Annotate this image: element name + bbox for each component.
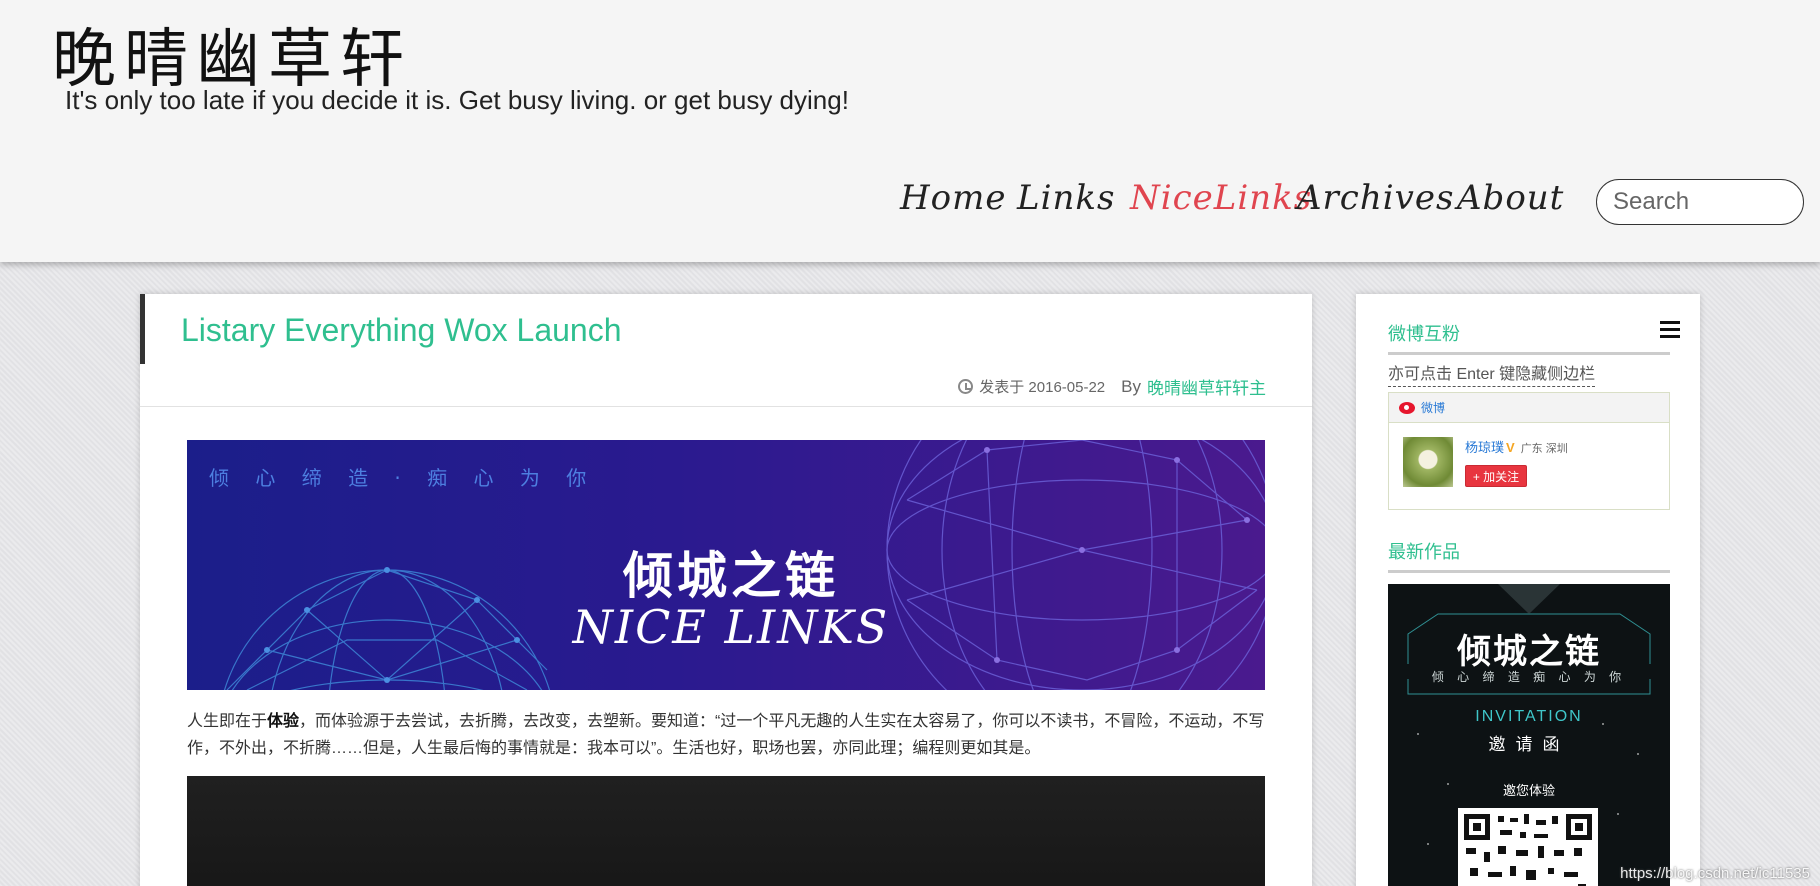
nav-archives[interactable]: Archives [1297, 178, 1454, 218]
paragraph-text-rest: ，而体验源于去尝试，去折腾，去改变，去塑新。要知道：“过一个平凡无趣的人生实在太… [187, 713, 1265, 757]
widget-underline [1388, 570, 1670, 573]
post-meta: 发表于 2016-05-22 By 晚晴幽草轩轩主 [958, 374, 1266, 399]
invite-experience: 邀您体验 [1502, 783, 1555, 798]
weibo-location: 广东 深圳 [1520, 443, 1568, 455]
widget-title-weibo: 微博互粉 [1388, 324, 1460, 344]
banner-slogan: 倾 心 缔 造 · 痴 心 为 你 [209, 466, 597, 490]
banner-title-cn: 倾城之链 [623, 546, 839, 605]
nav-about[interactable]: About [1457, 178, 1564, 218]
invite-slogan: 倾 心 缔 造 痴 心 为 你 [1431, 670, 1627, 684]
weibo-widget: 微博 杨琼璞 V 广东 深圳 + 加关注 [1388, 392, 1670, 510]
nav-links[interactable]: Links [1017, 178, 1115, 218]
hero-banner-image: 倾 心 缔 造 · 痴 心 为 你 倾城之链 NICE LINKS [187, 440, 1265, 690]
invite-en: INVITATION [1475, 708, 1583, 725]
title-accent-bar [140, 294, 145, 364]
site-tagline: It's only too late if you decide it is. … [65, 85, 849, 115]
invitation-card-image[interactable]: 倾城之链 倾 心 缔 造 痴 心 为 你 INVITATION 邀请函 邀您体验 [1388, 584, 1670, 886]
post-date: 发表于 2016-05-22 [979, 379, 1106, 396]
paragraph-text-start: 人生即在于 [187, 713, 268, 730]
divider [140, 406, 1312, 407]
post-author-link[interactable]: 晚晴幽草轩轩主 [1147, 374, 1266, 399]
qr-code-icon [1458, 808, 1598, 886]
weibo-logo-icon [1399, 401, 1415, 414]
weibo-username[interactable]: 杨琼璞 [1465, 440, 1504, 455]
vip-badge-icon: V [1506, 440, 1515, 455]
sidebar: 微博互粉 亦可点击 Enter 键隐藏侧边栏 微博 杨琼璞 V 广东 深圳 + 加关… [1356, 294, 1700, 886]
post-card: Listary Everything Wox Launch 发表于 2016-0… [140, 294, 1312, 886]
post-title[interactable]: Listary Everything Wox Launch [181, 312, 622, 349]
weibo-label[interactable]: 微博 [1421, 399, 1445, 416]
post-paragraph: 人生即在于体验，而体验源于去尝试，去折腾，去改变，去塑新。要知道：“过一个平凡无… [187, 708, 1265, 762]
follow-button[interactable]: + 加关注 [1465, 465, 1527, 487]
nav-nicelinks[interactable]: NiceLinks [1130, 178, 1312, 218]
watermark: https://blog.csdn.net/ic11535 [1620, 865, 1810, 882]
nav-home[interactable]: Home [900, 178, 1006, 218]
widget-title-works: 最新作品 [1388, 542, 1460, 562]
banner-title-en: NICE LINKS [572, 600, 890, 654]
paragraph-bold: 体验 [267, 713, 300, 730]
invite-cn: 邀请函 [1488, 735, 1570, 754]
clock-icon [958, 379, 974, 394]
post-image-dark [187, 776, 1265, 886]
weibo-widget-header: 微博 [1389, 393, 1669, 423]
weibo-user: 杨琼璞 V 广东 深圳 [1465, 437, 1568, 456]
invite-title: 倾城之链 [1457, 633, 1601, 671]
avatar[interactable] [1403, 437, 1453, 487]
widget-underline [1388, 352, 1670, 355]
search-input[interactable] [1596, 179, 1804, 225]
sidebar-hint: 亦可点击 Enter 键隐藏侧边栏 [1388, 360, 1596, 387]
post-by-label: By [1121, 376, 1141, 396]
menu-icon[interactable] [1660, 321, 1680, 339]
site-header: 晚晴幽草轩 It's only too late if you decide i… [0, 0, 1820, 262]
